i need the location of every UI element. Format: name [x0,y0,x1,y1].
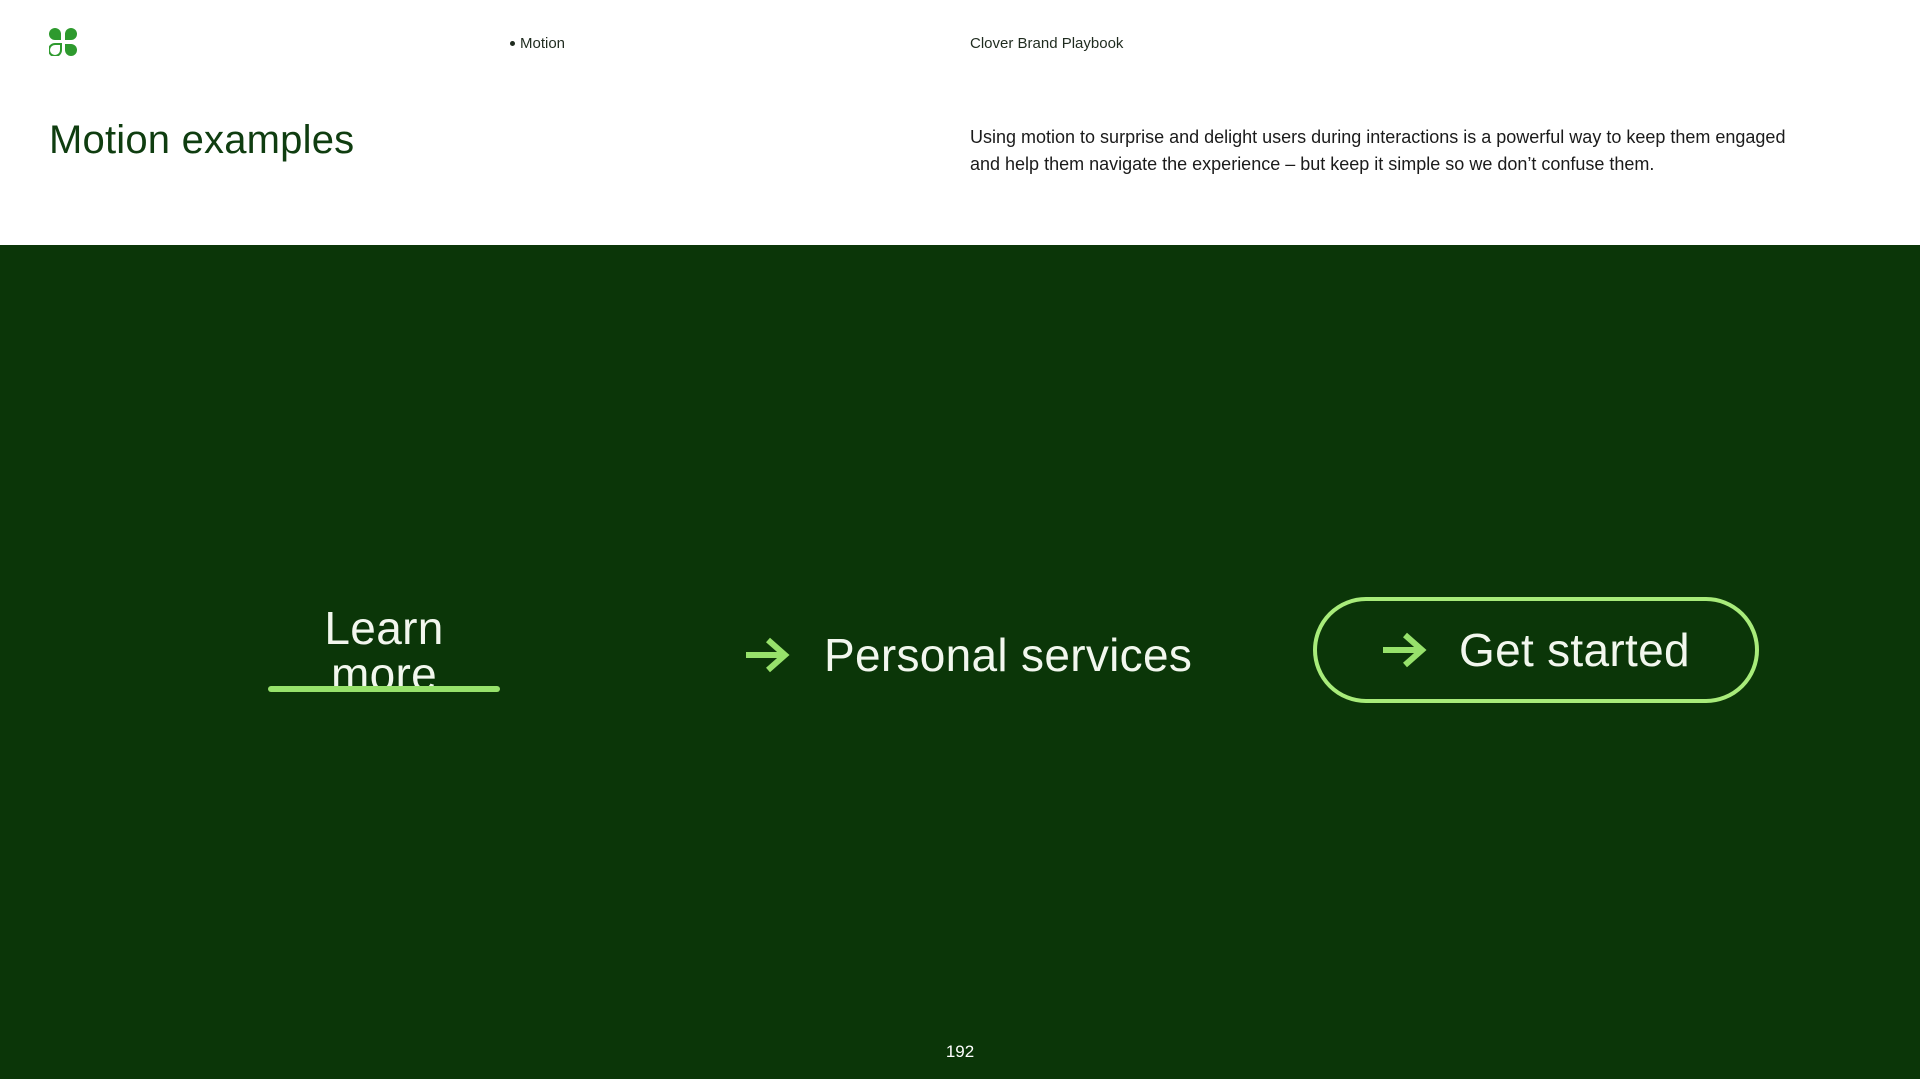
page-title: Motion examples [49,118,355,162]
header: Motion Clover Brand Playbook Motion exam… [0,0,1920,245]
personal-services-label: Personal services [824,629,1193,681]
slide-page: Motion Clover Brand Playbook Motion exam… [0,0,1920,1079]
learn-more-label: Learn more [324,602,444,700]
learn-more-underline [268,686,500,692]
arrow-right-icon [1381,631,1427,669]
get-started-label: Get started [1459,624,1690,676]
learn-more-link[interactable]: Learn more [268,605,500,697]
personal-services-link[interactable]: Personal services [744,625,1192,685]
page-description: Using motion to surprise and delight use… [970,127,1786,174]
breadcrumb: Motion [510,35,565,52]
clover-logo-icon [47,28,77,58]
breadcrumb-label: Motion [520,35,566,52]
page-number: 192 [945,1042,975,1061]
bullet-dot [510,41,515,46]
motion-examples-stage: Learn more Personal services Get started [0,245,1920,1079]
arrow-right-icon [744,636,790,674]
document-title: Clover Brand Playbook [970,35,1124,52]
get-started-button[interactable]: Get started [1313,597,1759,703]
